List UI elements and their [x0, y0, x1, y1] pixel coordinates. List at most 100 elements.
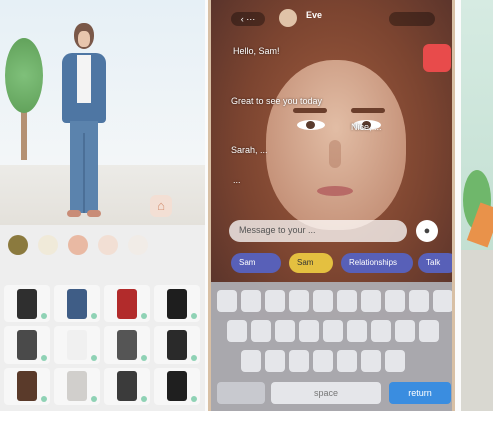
avatar-preview: ⌂ — [0, 0, 205, 225]
keyboard-key[interactable] — [337, 350, 357, 372]
numbers-key[interactable] — [217, 382, 265, 404]
keyboard-row — [241, 350, 405, 372]
left-eye — [297, 120, 325, 130]
owned-indicator — [91, 395, 97, 402]
clothing-item[interactable] — [54, 367, 100, 405]
color-swatch[interactable] — [68, 235, 88, 255]
microphone-icon[interactable]: ● — [416, 220, 438, 242]
suggestion-chip[interactable]: Sam — [231, 253, 281, 273]
partial-screen-right — [461, 0, 493, 411]
owned-indicator — [191, 354, 197, 361]
clothing-item[interactable] — [4, 285, 50, 323]
keyboard-key[interactable] — [241, 290, 261, 312]
clothing-thumbnail — [167, 329, 187, 360]
owned-indicator — [191, 313, 197, 320]
keyboard-key[interactable] — [361, 290, 381, 312]
hanger-icon[interactable]: ⌂ — [150, 195, 172, 217]
header-actions[interactable] — [389, 12, 435, 26]
suggestion-chip[interactable]: Sam — [289, 253, 333, 273]
back-button[interactable]: ‹ ⋯ — [231, 12, 265, 26]
keyboard-key[interactable] — [385, 350, 405, 372]
clothing-item[interactable] — [104, 326, 150, 364]
keyboard-key[interactable] — [313, 290, 333, 312]
keyboard-key[interactable] — [347, 320, 367, 342]
keyboard-key[interactable] — [385, 290, 405, 312]
keyboard-key[interactable] — [241, 350, 261, 372]
clothing-thumbnail — [67, 329, 87, 360]
keyboard-key[interactable] — [289, 290, 309, 312]
clothing-item[interactable] — [104, 367, 150, 405]
keyboard-key[interactable] — [433, 290, 452, 312]
clothing-item[interactable] — [154, 326, 200, 364]
keyboard-key[interactable] — [361, 350, 381, 372]
right-eyebrow — [351, 108, 385, 113]
clothing-thumbnail — [67, 371, 87, 402]
clothing-thumbnail — [17, 288, 37, 319]
keyboard-key[interactable] — [419, 320, 439, 342]
keyboard-key[interactable] — [371, 320, 391, 342]
clothing-item[interactable] — [154, 367, 200, 405]
keyboard-key[interactable] — [289, 350, 309, 372]
tree-trunk — [21, 105, 27, 160]
keyboard-key[interactable] — [395, 320, 415, 342]
keyboard-key[interactable] — [217, 290, 237, 312]
color-swatch[interactable] — [128, 235, 148, 255]
pants-seam — [83, 133, 85, 213]
keyboard-key[interactable] — [323, 320, 343, 342]
clothing-thumbnail — [167, 288, 187, 319]
clothing-item[interactable] — [54, 285, 100, 323]
avatar[interactable] — [279, 9, 297, 27]
chat-header: ‹ ⋯ Eve — [221, 6, 446, 32]
avatar-customization-screen: ⌂ — [0, 0, 205, 411]
clothing-item[interactable] — [54, 326, 100, 364]
owned-indicator — [41, 354, 47, 361]
owned-indicator — [141, 354, 147, 361]
keyboard-key[interactable] — [275, 320, 295, 342]
contact-name: Eve — [306, 10, 323, 20]
clothing-thumbnail — [17, 329, 37, 360]
keyboard-key[interactable] — [251, 320, 271, 342]
owned-indicator — [91, 313, 97, 320]
chat-message: ... — [233, 175, 241, 185]
keyboard-key[interactable] — [313, 350, 333, 372]
owned-indicator — [41, 395, 47, 402]
owned-indicator — [141, 313, 147, 320]
suggestion-chip[interactable]: Talk — [418, 253, 452, 273]
color-swatch-row — [8, 235, 198, 263]
owned-indicator — [91, 354, 97, 361]
message-input[interactable]: Message to your ... — [229, 220, 407, 242]
clothing-thumbnail — [117, 329, 137, 360]
clothing-item[interactable] — [104, 285, 150, 323]
return-key[interactable]: return — [389, 382, 451, 404]
keyboard-key[interactable] — [227, 320, 247, 342]
chat-message: Hello, Sam! — [233, 46, 280, 56]
avatar-face — [78, 31, 90, 47]
space-key[interactable]: space — [271, 382, 381, 404]
screenshot-stage: ⌂ ‹ ⋯ Eve Hello, Sam! Great to see you t… — [0, 0, 493, 427]
keyboard-key[interactable] — [299, 320, 319, 342]
color-swatch[interactable] — [38, 235, 58, 255]
avatar-shirt — [77, 55, 91, 103]
color-swatch[interactable] — [98, 235, 118, 255]
color-swatch[interactable] — [8, 235, 28, 255]
keyboard-key[interactable] — [337, 290, 357, 312]
keyboard-key[interactable] — [409, 290, 429, 312]
clothing-item[interactable] — [4, 367, 50, 405]
avatar-nose — [329, 140, 341, 168]
clothing-item[interactable] — [154, 285, 200, 323]
panel-area — [461, 250, 493, 411]
suggestion-chip[interactable]: Relationships — [341, 253, 413, 273]
keyboard-row — [227, 320, 439, 342]
owned-indicator — [191, 395, 197, 402]
clothing-item[interactable] — [4, 326, 50, 364]
avatar-lips — [317, 186, 353, 196]
keyboard-key[interactable] — [265, 290, 285, 312]
chat-message: Sarah, ... — [231, 145, 268, 155]
bottom-margin — [0, 411, 493, 427]
tree-foliage — [5, 38, 43, 113]
chat-screen: ‹ ⋯ Eve Hello, Sam! Great to see you tod… — [208, 0, 455, 411]
keyboard: space return — [211, 282, 452, 411]
keyboard-key[interactable] — [265, 350, 285, 372]
notification-badge[interactable] — [423, 44, 451, 72]
clothing-thumbnail — [17, 371, 37, 402]
